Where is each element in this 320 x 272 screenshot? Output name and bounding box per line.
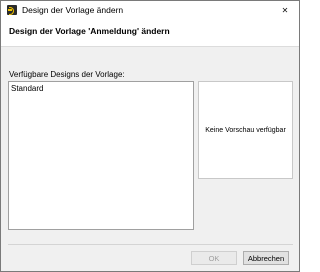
list-item[interactable]: Standard	[10, 84, 43, 93]
preview-panel: Keine Vorschau verfügbar	[198, 81, 293, 179]
title-bar: Design der Vorlage ändern ✕	[1, 1, 299, 19]
close-icon[interactable]: ✕	[271, 1, 299, 19]
designs-listbox[interactable]: Standard	[8, 81, 194, 230]
window-title: Design der Vorlage ändern	[22, 5, 124, 15]
cancel-button[interactable]: Abbrechen	[243, 251, 289, 265]
ok-button[interactable]: OK	[191, 251, 237, 265]
app-logo-icon	[7, 5, 17, 15]
dialog-window: Design der Vorlage ändern ✕ Design der V…	[0, 0, 300, 272]
page-title: Design der Vorlage 'Anmeldung' ändern	[9, 26, 170, 36]
preview-empty-text: Keine Vorschau verfügbar	[205, 126, 286, 134]
designs-label: Verfügbare Designs der Vorlage:	[9, 70, 125, 79]
divider	[8, 244, 293, 245]
header-panel: Design der Vorlage 'Anmeldung' ändern	[1, 19, 299, 47]
